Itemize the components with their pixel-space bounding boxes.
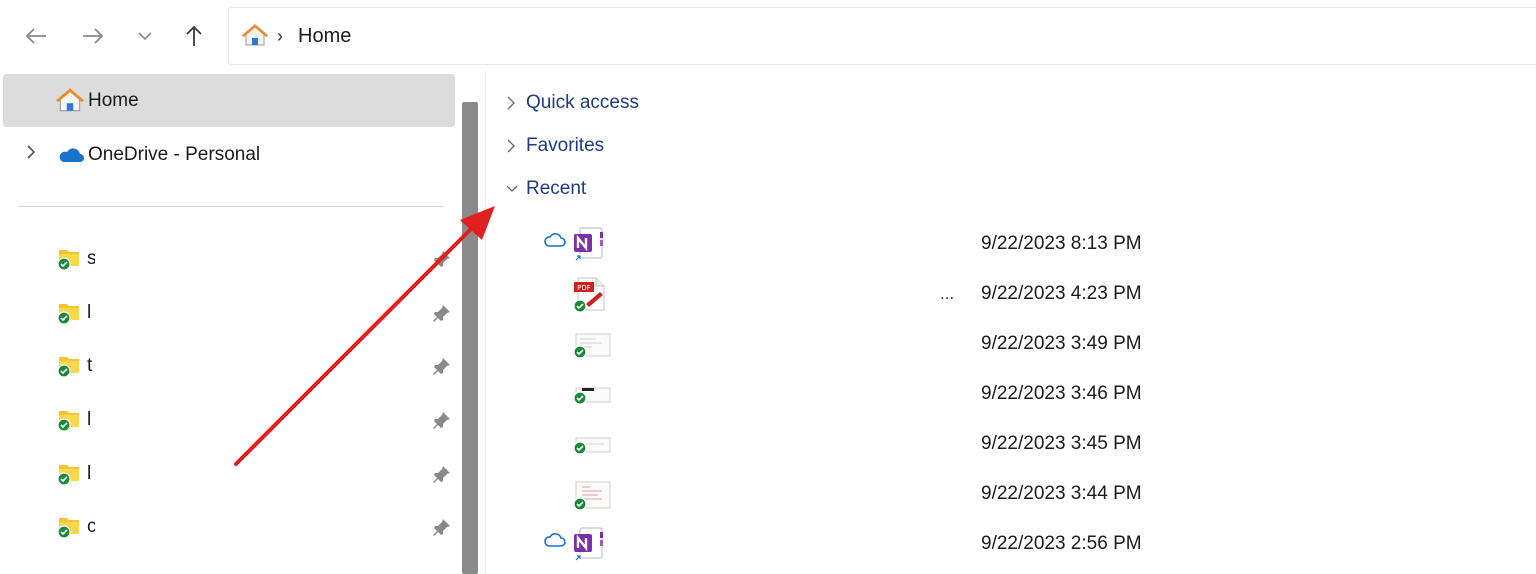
breadcrumb-home[interactable]: Home bbox=[298, 25, 351, 48]
navigation-pane: Home OneDrive - Personal s l t l l c bbox=[0, 70, 486, 574]
sidebar-item-label: OneDrive - Personal bbox=[88, 144, 261, 165]
synced-folder-icon bbox=[55, 246, 83, 277]
sidebar-item-pinned-folder[interactable]: l bbox=[3, 290, 455, 340]
date-modified: 9/22/2023 3:46 PM bbox=[981, 383, 1142, 404]
chevron-right-icon bbox=[505, 138, 521, 154]
sidebar-scrollbar[interactable] bbox=[462, 102, 478, 574]
forward-button[interactable] bbox=[79, 22, 107, 50]
folder-label: c bbox=[87, 516, 95, 537]
date-modified: 9/22/2023 3:44 PM bbox=[981, 483, 1142, 504]
pin-icon bbox=[432, 249, 452, 274]
recent-file-row[interactable]: 9/22/2023 2:56 PM bbox=[537, 522, 1507, 568]
svg-text:PDF: PDF bbox=[577, 284, 591, 292]
navigation-bar: › Home bbox=[0, 0, 1536, 70]
date-modified: 9/22/2023 4:23 PM bbox=[981, 283, 1142, 304]
chevron-right-icon bbox=[505, 95, 521, 111]
sidebar-item-home[interactable]: Home bbox=[3, 74, 455, 127]
section-label: Quick access bbox=[526, 92, 639, 113]
folder-label: s bbox=[87, 248, 95, 269]
section-favorites[interactable]: Favorites bbox=[505, 131, 604, 161]
recent-locations-button[interactable] bbox=[131, 22, 159, 50]
synced-folder-icon bbox=[55, 353, 83, 384]
section-quick-access[interactable]: Quick access bbox=[505, 88, 639, 118]
home-icon bbox=[55, 87, 85, 118]
content-pane: Quick access Favorites Recent 9/22/2023 … bbox=[487, 70, 1536, 574]
date-modified: 9/22/2023 2:56 PM bbox=[981, 533, 1142, 554]
recent-file-row[interactable]: 9/22/2023 3:49 PM bbox=[537, 322, 1507, 368]
truncated-text: ... bbox=[940, 284, 955, 303]
arrow-up-icon bbox=[186, 25, 202, 46]
onenote-file-icon bbox=[572, 526, 606, 567]
sidebar-item-pinned-folder[interactable]: s bbox=[3, 236, 455, 286]
pin-icon bbox=[432, 517, 452, 542]
home-icon bbox=[241, 23, 269, 52]
date-modified: 9/22/2023 3:49 PM bbox=[981, 333, 1142, 354]
folder-label: l bbox=[87, 302, 92, 323]
cloud-status-icon bbox=[543, 232, 567, 253]
arrow-right-icon bbox=[83, 28, 104, 44]
synced-folder-icon bbox=[55, 407, 83, 438]
sidebar-item-onedrive[interactable]: OneDrive - Personal bbox=[3, 130, 455, 180]
onedrive-cloud-icon bbox=[56, 145, 84, 168]
sidebar-item-pinned-folder[interactable]: c bbox=[3, 504, 455, 554]
arrow-left-icon bbox=[25, 28, 46, 44]
folder-label: l bbox=[87, 463, 92, 484]
synced-folder-icon bbox=[55, 514, 83, 545]
back-button[interactable] bbox=[22, 22, 50, 50]
section-label: Favorites bbox=[526, 135, 605, 156]
chevron-down-icon bbox=[505, 183, 521, 195]
chevron-down-icon bbox=[138, 32, 152, 41]
sidebar-item-pinned-folder[interactable]: l bbox=[3, 451, 455, 501]
folder-label: l bbox=[87, 409, 92, 430]
chevron-right-icon[interactable] bbox=[25, 144, 37, 165]
document-thumbnail-icon bbox=[572, 426, 612, 467]
recent-file-row[interactable]: PDF ... 9/22/2023 4:23 PM bbox=[537, 272, 1507, 318]
breadcrumb-separator: › bbox=[277, 26, 283, 46]
section-label: Recent bbox=[526, 178, 587, 199]
recent-file-row[interactable]: 9/22/2023 8:13 PM bbox=[537, 222, 1507, 268]
recent-file-row[interactable]: 9/22/2023 3:44 PM bbox=[537, 472, 1507, 518]
sidebar-item-pinned-folder[interactable]: l bbox=[3, 397, 455, 447]
sidebar-divider bbox=[18, 206, 443, 207]
sidebar-item-label: Home bbox=[88, 90, 139, 111]
section-recent[interactable]: Recent bbox=[505, 174, 586, 204]
synced-folder-icon bbox=[55, 461, 83, 492]
recent-file-row[interactable]: 9/22/2023 3:45 PM bbox=[537, 422, 1507, 468]
folder-label: t bbox=[87, 355, 93, 376]
pin-icon bbox=[432, 464, 452, 489]
pin-icon bbox=[432, 356, 452, 381]
sidebar-item-pinned-folder[interactable]: t bbox=[3, 343, 455, 393]
pin-icon bbox=[432, 410, 452, 435]
address-bar[interactable]: › Home bbox=[228, 7, 1536, 65]
document-thumbnail-icon bbox=[572, 376, 612, 417]
document-thumbnail-icon bbox=[572, 476, 612, 517]
synced-folder-icon bbox=[55, 300, 83, 331]
document-thumbnail-icon bbox=[572, 326, 612, 367]
recent-file-row[interactable]: 9/22/2023 3:46 PM bbox=[537, 372, 1507, 418]
up-button[interactable] bbox=[180, 22, 208, 50]
date-modified: 9/22/2023 3:45 PM bbox=[981, 433, 1142, 454]
pin-icon bbox=[432, 303, 452, 328]
pdf-file-icon: PDF bbox=[572, 276, 608, 319]
date-modified: 9/22/2023 8:13 PM bbox=[981, 233, 1142, 254]
cloud-status-icon bbox=[543, 532, 567, 553]
file-explorer-window: › Home Home OneDrive - Personal s l t l … bbox=[0, 0, 1536, 574]
onenote-file-icon bbox=[572, 226, 606, 267]
